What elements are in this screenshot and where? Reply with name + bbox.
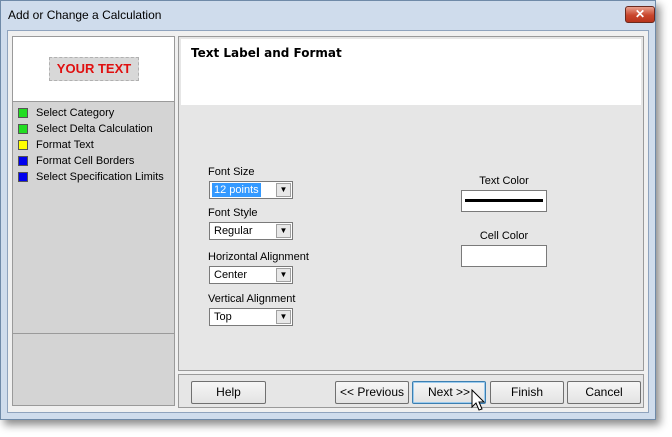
text-color-label: Text Color bbox=[479, 175, 529, 187]
text-preview-panel: YOUR TEXT bbox=[13, 37, 174, 102]
horizontal-alignment-value: Center bbox=[214, 269, 248, 281]
step-label: Select Specification Limits bbox=[36, 171, 164, 183]
close-icon: ✕ bbox=[634, 7, 646, 21]
step-status-icon bbox=[18, 172, 28, 182]
step-status-icon bbox=[18, 124, 28, 134]
vertical-alignment-select[interactable]: Top ▼ bbox=[209, 308, 293, 326]
font-style-label: Font Style bbox=[208, 207, 258, 219]
step-select-delta-calculation[interactable]: Select Delta Calculation bbox=[17, 122, 172, 138]
font-size-select[interactable]: 12 points ▼ bbox=[209, 181, 293, 199]
step-label: Select Delta Calculation bbox=[36, 123, 153, 135]
close-button[interactable]: ✕ bbox=[625, 6, 655, 23]
step-status-icon bbox=[18, 108, 28, 118]
chevron-down-icon[interactable]: ▼ bbox=[276, 310, 291, 324]
text-color-swatch[interactable] bbox=[461, 190, 547, 212]
wizard-button-bar: Help << Previous Next >> Finish Cancel bbox=[178, 374, 644, 408]
help-button[interactable]: Help bbox=[191, 381, 266, 404]
horizontal-alignment-label: Horizontal Alignment bbox=[208, 251, 309, 263]
step-format-text[interactable]: Format Text bbox=[17, 138, 172, 154]
title-bar[interactable]: Add or Change a Calculation ✕ bbox=[1, 1, 655, 29]
format-panel: Text Label and Format Font Size 12 point… bbox=[178, 36, 644, 371]
step-label: Format Cell Borders bbox=[36, 155, 135, 167]
horizontal-alignment-select[interactable]: Center ▼ bbox=[209, 266, 293, 284]
font-size-value: 12 points bbox=[212, 183, 261, 197]
window-title: Add or Change a Calculation bbox=[8, 8, 162, 22]
chevron-down-icon[interactable]: ▼ bbox=[276, 268, 291, 282]
vertical-alignment-value: Top bbox=[214, 311, 232, 323]
cell-color-swatch[interactable] bbox=[461, 245, 547, 267]
step-select-category[interactable]: Select Category bbox=[17, 106, 172, 122]
step-status-icon bbox=[18, 156, 28, 166]
cell-color-label: Cell Color bbox=[479, 230, 529, 242]
step-select-specification-limits[interactable]: Select Specification Limits bbox=[17, 170, 172, 186]
step-status-icon bbox=[18, 140, 28, 150]
font-style-value: Regular bbox=[214, 225, 253, 237]
dialog-window: Add or Change a Calculation ✕ YOUR TEXT … bbox=[0, 0, 656, 420]
cancel-button[interactable]: Cancel bbox=[567, 381, 641, 404]
step-format-cell-borders[interactable]: Format Cell Borders bbox=[17, 154, 172, 170]
font-size-label: Font Size bbox=[208, 166, 255, 178]
step-label: Format Text bbox=[36, 139, 94, 151]
chevron-down-icon[interactable]: ▼ bbox=[276, 183, 291, 197]
finish-button[interactable]: Finish bbox=[490, 381, 564, 404]
font-style-select[interactable]: Regular ▼ bbox=[209, 222, 293, 240]
preview-text: YOUR TEXT bbox=[49, 57, 139, 81]
wizard-steps-list: Select Category Select Delta Calculation… bbox=[13, 104, 174, 334]
panel-header: Text Label and Format bbox=[181, 39, 641, 105]
sidebar-bottom-panel bbox=[13, 335, 174, 405]
vertical-alignment-label: Vertical Alignment bbox=[208, 293, 296, 305]
previous-button[interactable]: << Previous bbox=[335, 381, 409, 404]
text-color-sample bbox=[465, 199, 543, 202]
chevron-down-icon[interactable]: ▼ bbox=[276, 224, 291, 238]
dialog-client-area: YOUR TEXT Select Category Select Delta C… bbox=[7, 30, 649, 413]
step-label: Select Category bbox=[36, 107, 115, 119]
panel-title: Text Label and Format bbox=[191, 46, 342, 60]
mouse-pointer-icon bbox=[471, 389, 486, 411]
wizard-sidebar: YOUR TEXT Select Category Select Delta C… bbox=[12, 36, 175, 406]
